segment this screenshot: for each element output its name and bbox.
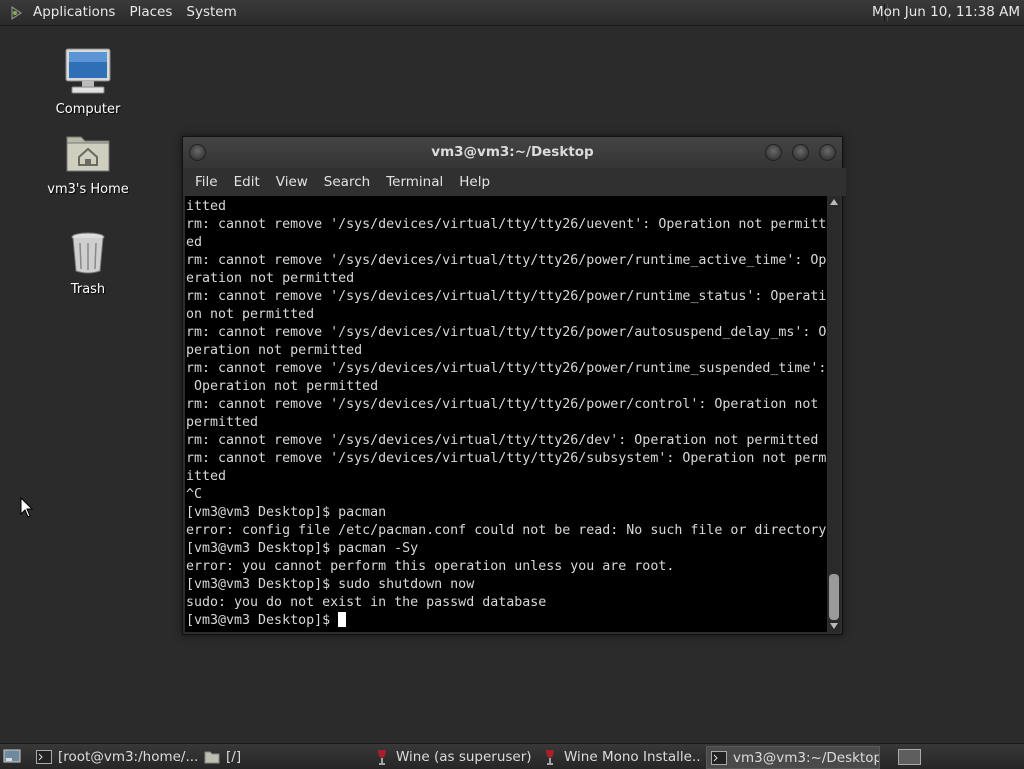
terminal-line: ed: [186, 235, 203, 250]
scroll-up-arrow-icon[interactable]: [830, 199, 838, 205]
task-label: Wine (as superuser): [396, 748, 532, 765]
applications-menu[interactable]: Applications: [26, 0, 122, 25]
terminal-line: [vm3@vm3 Desktop]$ sudo shutdown now: [186, 577, 475, 592]
desktop-icon-label: vm3's Home: [47, 182, 129, 197]
taskbar-item-wine-superuser[interactable]: Wine (as superuser): [374, 746, 534, 767]
taskbar-item-file-browser[interactable]: [/]: [204, 746, 364, 767]
terminal-line: itted: [186, 199, 227, 214]
clock[interactable]: Mon Jun 10, 11:38 AM: [872, 0, 1020, 25]
taskbar-item-vm3-terminal[interactable]: vm3@vm3:~/Desktop: [706, 746, 880, 769]
terminal-prompt: [vm3@vm3 Desktop]$: [186, 613, 339, 628]
desktop-icon-computer[interactable]: Computer: [33, 44, 143, 117]
window-menu-icon[interactable]: [189, 144, 206, 161]
folder-icon: [204, 749, 220, 765]
minimize-button[interactable]: [765, 144, 782, 161]
task-label: [/]: [226, 748, 242, 765]
mouse-pointer-icon: [20, 496, 34, 523]
bottom-panel: [root@vm3:/home/... [/] Wine (as superus…: [0, 743, 1024, 769]
system-menu[interactable]: System: [179, 0, 243, 25]
home-folder-icon: [60, 124, 116, 180]
desktop-icon-label: Computer: [55, 102, 121, 117]
close-button[interactable]: [819, 144, 836, 161]
terminal-line: eration not permitted: [186, 271, 355, 286]
gnome-foot-icon[interactable]: [8, 4, 26, 22]
menu-file[interactable]: File: [187, 168, 226, 196]
computer-icon: [60, 44, 116, 100]
terminal-line: permitted: [186, 415, 259, 430]
terminal-line: rm: cannot remove '/sys/devices/virtual/…: [186, 253, 827, 268]
terminal-line: on not permitted: [186, 307, 315, 322]
places-menu[interactable]: Places: [122, 0, 179, 25]
terminal-line: rm: cannot remove '/sys/devices/virtual/…: [186, 217, 827, 232]
terminal-line: rm: cannot remove '/sys/devices/virtual/…: [186, 451, 827, 466]
terminal-line: error: you cannot perform this operation…: [186, 559, 675, 574]
terminal-line: rm: cannot remove '/sys/devices/virtual/…: [186, 361, 827, 376]
desktop-icon-trash[interactable]: Trash: [33, 224, 143, 297]
terminal-line: error: config file /etc/pacman.conf coul…: [186, 523, 827, 538]
terminal-line: rm: cannot remove '/sys/devices/virtual/…: [186, 433, 819, 448]
terminal-line: sudo: you do not exist in the passwd dat…: [186, 595, 547, 610]
wine-icon: [542, 749, 558, 765]
terminal-text: itted rm: cannot remove '/sys/devices/vi…: [185, 196, 827, 630]
wine-icon: [374, 749, 390, 765]
window-titlebar[interactable]: vm3@vm3:~/Desktop: [183, 137, 842, 168]
workspace-switcher[interactable]: [898, 749, 921, 765]
terminal-line: [vm3@vm3 Desktop]$ pacman -Sy: [186, 541, 419, 556]
scroll-down-arrow-icon[interactable]: [830, 623, 838, 629]
menu-help[interactable]: Help: [451, 168, 498, 196]
vertical-scrollbar[interactable]: [828, 196, 840, 632]
terminal-output-area[interactable]: itted rm: cannot remove '/sys/devices/vi…: [185, 196, 827, 632]
taskbar-item-wine-mono-installer[interactable]: Wine Mono Installe...: [542, 746, 702, 767]
task-label: [root@vm3:/home/...: [58, 748, 198, 765]
top-panel: Applications Places System Mon Jun 10, 1…: [0, 0, 1024, 26]
trash-icon: [60, 224, 116, 280]
terminal-line: peration not permitted: [186, 343, 363, 358]
terminal-line: itted: [186, 469, 227, 484]
window-title: vm3@vm3:~/Desktop: [431, 144, 594, 160]
terminal-line: ^C: [186, 487, 203, 502]
terminal-icon: [36, 749, 52, 765]
task-label: Wine Mono Installe...: [564, 748, 702, 765]
terminal-line: rm: cannot remove '/sys/devices/virtual/…: [186, 289, 827, 304]
taskbar-item-root-terminal[interactable]: [root@vm3:/home/...: [36, 746, 198, 767]
terminal-line: rm: cannot remove '/sys/devices/virtual/…: [186, 397, 819, 412]
scrollbar-thumb[interactable]: [829, 574, 839, 620]
terminal-line: rm: cannot remove '/sys/devices/virtual/…: [186, 325, 827, 340]
menu-view[interactable]: View: [268, 168, 316, 196]
desktop-icon-home[interactable]: vm3's Home: [33, 124, 143, 197]
terminal-icon: [711, 750, 727, 766]
terminal-line: Operation not permitted: [186, 379, 379, 394]
show-desktop-icon[interactable]: [3, 748, 21, 764]
menu-edit[interactable]: Edit: [226, 168, 268, 196]
task-label: vm3@vm3:~/Desktop: [733, 749, 880, 766]
terminal-line: [vm3@vm3 Desktop]$ pacman: [186, 505, 387, 520]
text-cursor: [338, 612, 347, 627]
maximize-button[interactable]: [792, 144, 809, 161]
menu-search[interactable]: Search: [316, 168, 378, 196]
terminal-menubar: File Edit View Search Terminal Help: [183, 168, 846, 196]
desktop-icon-label: Trash: [70, 282, 106, 297]
menu-terminal[interactable]: Terminal: [378, 168, 451, 196]
terminal-window[interactable]: vm3@vm3:~/Desktop File Edit View Search …: [182, 136, 846, 635]
